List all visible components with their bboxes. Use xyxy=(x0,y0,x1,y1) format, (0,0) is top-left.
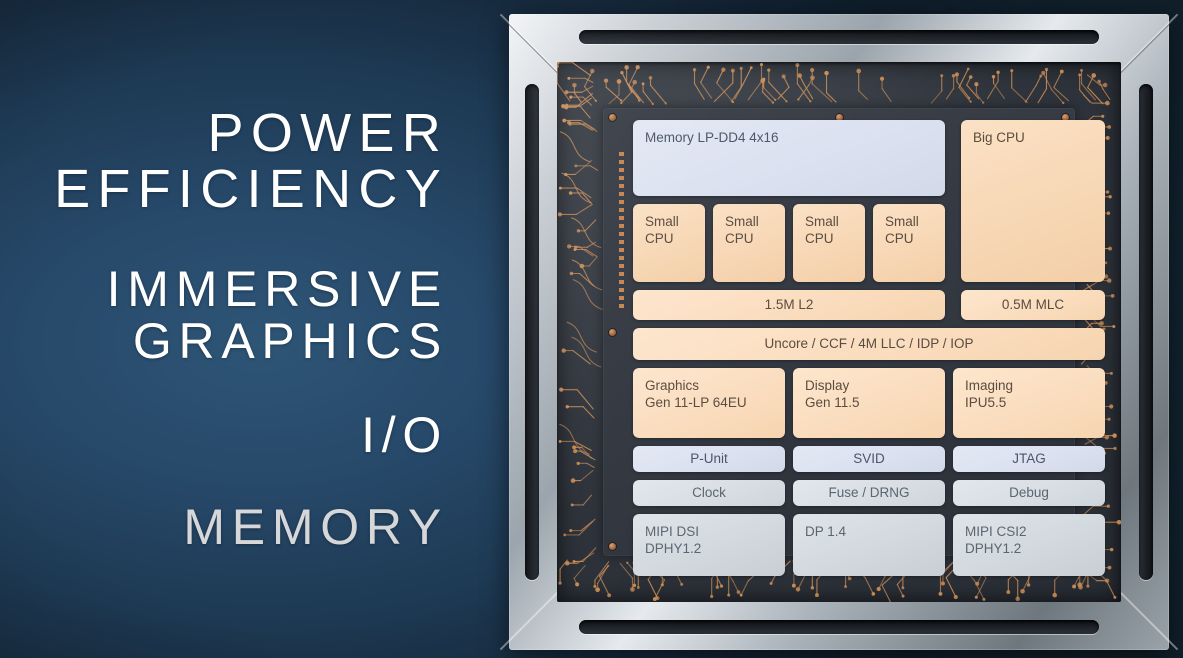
die-via-left-center xyxy=(609,329,616,336)
heading-line-graphics: GRAPHICS xyxy=(132,313,448,370)
block-fuse[interactable]: Fuse / DRNG xyxy=(793,480,945,506)
frame-channel-left xyxy=(525,84,539,580)
block-small-cpu-3[interactable]: Small CPU xyxy=(793,204,865,282)
block-display[interactable]: Display Gen 11.5 xyxy=(793,368,945,438)
frame-channel-right xyxy=(1139,84,1153,580)
frame-channel-top xyxy=(579,30,1099,44)
block-l2[interactable]: 1.5M L2 xyxy=(633,290,945,320)
heading-line-immersive: IMMERSIVE xyxy=(106,261,448,318)
block-debug[interactable]: Debug xyxy=(953,480,1105,506)
heading-line-memory: MEMORY xyxy=(183,499,448,556)
feature-headings: POWER EFFICIENCY IMMERSIVE GRAPHICS I/O … xyxy=(0,0,460,658)
block-small-cpu-2[interactable]: Small CPU xyxy=(713,204,785,282)
heading-group-memory: MEMORY xyxy=(0,501,448,553)
heading-line-io: I/O xyxy=(361,407,448,464)
frame-channel-bottom xyxy=(579,620,1099,634)
block-small-cpu-1[interactable]: Small CPU xyxy=(633,204,705,282)
soc-chip-package: Memory LP-DD4 4x16 Big CPU Small CPU Sma… xyxy=(499,13,1179,651)
block-jtag[interactable]: JTAG xyxy=(953,446,1105,472)
block-memory[interactable]: Memory LP-DD4 4x16 xyxy=(633,120,945,196)
heading-group-power-efficiency: POWER EFFICIENCY xyxy=(0,105,448,217)
block-mipi-csi2[interactable]: MIPI CSI2 DPHY1.2 xyxy=(953,514,1105,576)
heading-group-io: I/O xyxy=(0,409,448,461)
block-big-cpu[interactable]: Big CPU xyxy=(961,120,1105,282)
block-small-cpu-4[interactable]: Small CPU xyxy=(873,204,945,282)
heading-line-efficiency: EFFICIENCY xyxy=(54,159,448,219)
block-imaging[interactable]: Imaging IPU5.5 xyxy=(953,368,1105,438)
block-clock[interactable]: Clock xyxy=(633,480,785,506)
block-mipi-dsi[interactable]: MIPI DSI DPHY1.2 xyxy=(633,514,785,576)
die-block-grid: Memory LP-DD4 4x16 Big CPU Small CPU Sma… xyxy=(633,120,1105,576)
block-p-unit[interactable]: P-Unit xyxy=(633,446,785,472)
block-svid[interactable]: SVID xyxy=(793,446,945,472)
chip-substrate: Memory LP-DD4 4x16 Big CPU Small CPU Sma… xyxy=(557,62,1121,602)
block-graphics[interactable]: Graphics Gen 11-LP 64EU xyxy=(633,368,785,438)
heading-line-power: POWER xyxy=(207,102,448,163)
copper-pad-strip xyxy=(619,152,624,312)
silicon-die: Memory LP-DD4 4x16 Big CPU Small CPU Sma… xyxy=(603,108,1105,576)
block-uncore[interactable]: Uncore / CCF / 4M LLC / IDP / IOP xyxy=(633,328,1105,360)
heading-group-immersive-graphics: IMMERSIVE GRAPHICS xyxy=(0,263,448,367)
die-via-bottom-left xyxy=(609,543,616,550)
block-dp[interactable]: DP 1.4 xyxy=(793,514,945,576)
block-mlc[interactable]: 0.5M MLC xyxy=(961,290,1105,320)
die-via-top-left xyxy=(609,114,616,121)
